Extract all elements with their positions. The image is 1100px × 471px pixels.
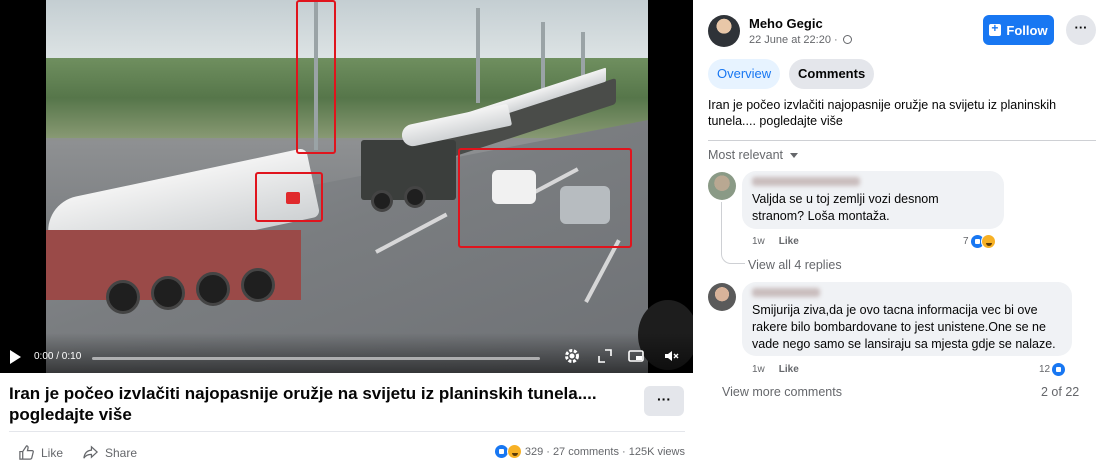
options-button[interactable]: ··· xyxy=(1066,15,1096,45)
comment-like-button[interactable]: Like xyxy=(779,236,799,247)
truck-wheel xyxy=(241,268,275,302)
tab-overview[interactable]: Overview xyxy=(708,59,781,89)
view-replies-link[interactable]: View all 4 replies xyxy=(748,258,842,272)
video-progress-bar[interactable] xyxy=(92,357,540,360)
share-icon xyxy=(83,445,99,459)
follow-button[interactable]: Follow xyxy=(983,15,1054,45)
comment-text: Smijurija ziva,da je ovo tacna informaci… xyxy=(752,303,1056,351)
view-more-comments-link[interactable]: View more comments xyxy=(722,385,842,399)
like-label: Like xyxy=(41,445,64,460)
sort-label: Most relevant xyxy=(708,148,784,162)
settings-icon[interactable] xyxy=(563,347,581,365)
tab-comments[interactable]: Comments xyxy=(789,59,875,89)
highlight-box xyxy=(296,0,336,154)
play-icon[interactable] xyxy=(10,350,21,364)
post-date: 22 June at 22:20 · xyxy=(749,34,852,46)
video-frame xyxy=(46,0,648,373)
street-pole xyxy=(476,8,480,103)
comments-panel: Meho Gegic 22 June at 22:20 · Follow ···… xyxy=(693,0,1100,471)
divider xyxy=(708,140,1096,141)
comment-page-count: 2 of 22 xyxy=(1041,385,1080,399)
comment-meta: 1w Like xyxy=(752,364,799,375)
like-icon xyxy=(19,445,34,460)
comment-like-button[interactable]: Like xyxy=(779,364,799,375)
video-player[interactable]: 0:00 / 0:10 xyxy=(0,0,693,373)
comment-author-blurred xyxy=(752,288,820,297)
comment-reactions[interactable]: 7 xyxy=(963,234,996,249)
truck-wheel xyxy=(196,272,230,306)
truck-wheel xyxy=(106,280,140,314)
avatar[interactable] xyxy=(708,15,740,47)
video-time: 0:00 / 0:10 xyxy=(34,351,82,362)
street-pole xyxy=(541,22,545,97)
sort-dropdown[interactable]: Most relevant xyxy=(708,148,798,162)
globe-icon xyxy=(842,35,852,44)
comment-avatar[interactable] xyxy=(708,172,736,200)
comment-author-blurred xyxy=(752,177,860,186)
highlight-box xyxy=(255,172,323,222)
truck-wheel xyxy=(404,186,426,208)
post-title: Iran je počeo izvlačiti najopasnije oruž… xyxy=(9,384,597,424)
comment-reaction-count: 12 xyxy=(1039,364,1051,375)
share-label: Share xyxy=(105,445,138,460)
comment-reaction-count: 7 xyxy=(963,236,969,247)
follow-icon xyxy=(989,21,1002,36)
comment-avatar[interactable] xyxy=(708,283,736,311)
fullscreen-icon[interactable] xyxy=(596,347,614,365)
like-reaction-icon xyxy=(1051,362,1067,377)
comment-reactions[interactable]: 12 xyxy=(1039,362,1067,377)
comment-time[interactable]: 1w xyxy=(752,364,765,375)
comment-text: Valjda se u toj zemlji vozi desnom stran… xyxy=(752,192,939,223)
comments-views-count[interactable]: · 27 comments · 125K views xyxy=(546,446,685,458)
divider xyxy=(9,431,685,432)
post-date-text: 22 June at 22:20 · xyxy=(749,34,838,46)
comment-bubble: Smijurija ziva,da je ovo tacna informaci… xyxy=(742,282,1072,356)
like-button[interactable]: Like xyxy=(18,444,63,461)
author-name[interactable]: Meho Gegic xyxy=(749,16,823,31)
comment-meta: 1w Like xyxy=(752,236,799,247)
video-sky xyxy=(46,0,648,64)
post-stats: 329 · 27 comments · 125K views xyxy=(493,444,685,459)
follow-label: Follow xyxy=(1006,22,1048,38)
share-button[interactable]: Share xyxy=(82,444,137,461)
haha-reaction-icon xyxy=(506,444,522,459)
post-description: Iran je počeo izvlačiti najopasnije oruž… xyxy=(708,98,1057,128)
haha-reaction-icon xyxy=(980,234,996,249)
post-more-button[interactable]: ··· xyxy=(644,386,684,416)
volume-icon[interactable] xyxy=(662,347,680,365)
comment-time[interactable]: 1w xyxy=(752,236,765,247)
truck-wheel xyxy=(151,276,185,310)
chevron-down-icon xyxy=(789,153,798,158)
comment-bubble: Valjda se u toj zemlji vozi desnom stran… xyxy=(742,171,1004,229)
highlight-box xyxy=(458,148,632,248)
truck-wheel xyxy=(371,190,393,212)
video-controls: 0:00 / 0:10 xyxy=(0,333,693,373)
pip-icon[interactable] xyxy=(627,347,645,365)
reaction-count[interactable]: 329 xyxy=(525,446,543,458)
